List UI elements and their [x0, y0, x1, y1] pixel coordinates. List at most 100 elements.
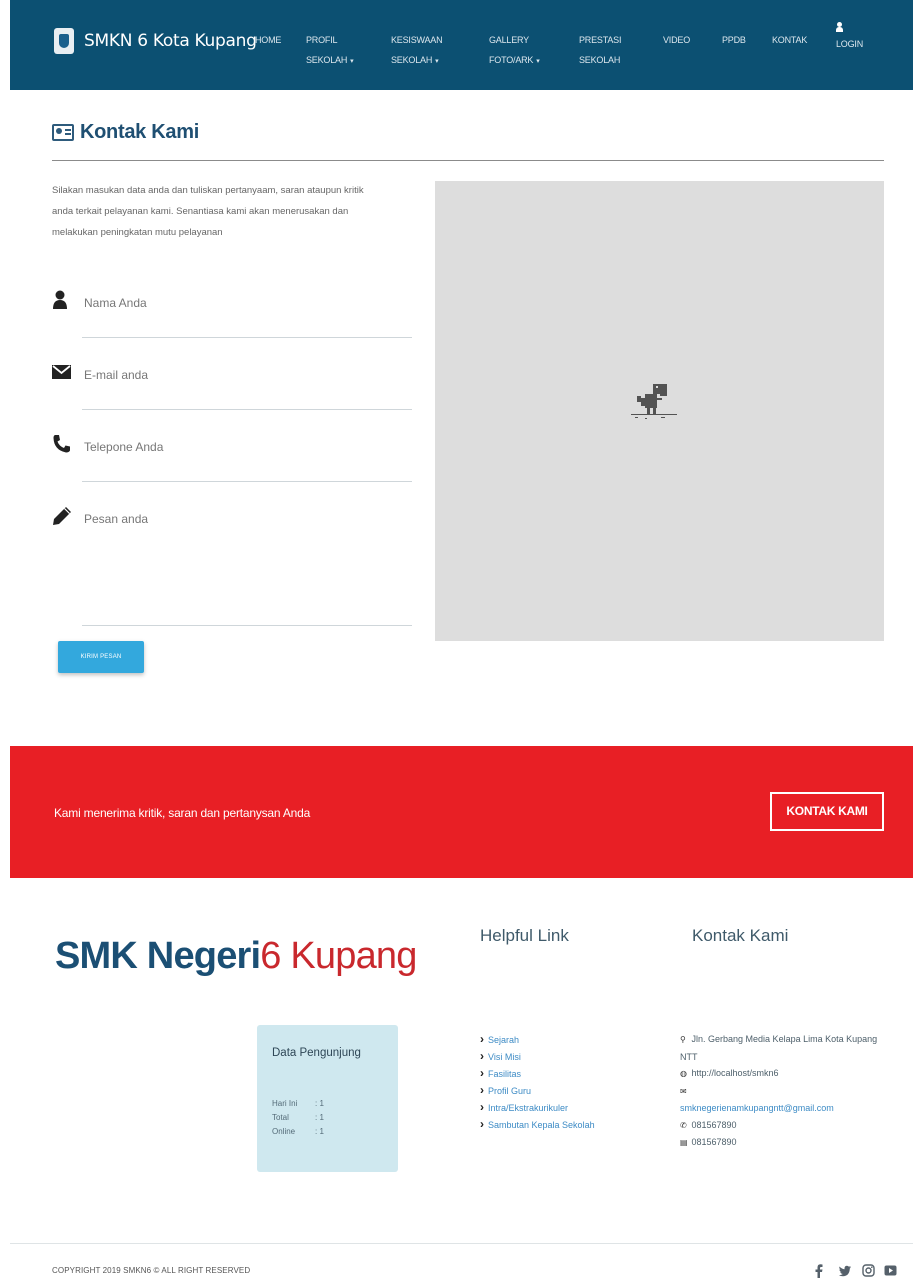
brand-home-link[interactable]: SMKN 6 Kota Kupang [54, 28, 257, 54]
footer-contact-title: Kontak Kami [692, 926, 789, 945]
email-field[interactable]: E-mail anda [52, 362, 412, 410]
nav-kesiswaan-label-1: KESISWAAN [391, 35, 443, 45]
heading-divider [52, 160, 884, 161]
globe-icon: ◍ [680, 1069, 687, 1078]
feedback-banner-text: Kami menerima kritik, saran dan pertanys… [54, 806, 311, 820]
fax-icon: ▤ [680, 1138, 688, 1147]
brand-title: SMKN 6 Kota Kupang [84, 31, 257, 51]
visitor-value: : 1 [315, 1099, 324, 1108]
visitor-row-today: Hari Ini : 1 [272, 1099, 324, 1108]
link-fasilitas[interactable]: Fasilitas [480, 1065, 595, 1082]
send-message-button[interactable]: KIRIM PESAN [58, 641, 144, 673]
nav-home-label: HOME [255, 35, 282, 45]
nav-video-label: VIDEO [663, 35, 691, 45]
phone-icon: ✆ [680, 1120, 687, 1130]
nav-home[interactable]: HOME [255, 30, 281, 50]
nav-kontak[interactable]: KONTAK [772, 30, 807, 50]
envelope-icon [52, 365, 71, 379]
name-input-placeholder: Nama Anda [84, 296, 147, 310]
instagram-icon[interactable] [862, 1264, 875, 1277]
nav-gallery-label-1: GALLERY [489, 35, 529, 45]
website-line: ◍ http://localhost/smkn6 [680, 1065, 890, 1083]
youtube-icon[interactable] [884, 1264, 897, 1277]
footer-brand-strong: SMK Negeri [55, 935, 261, 977]
nav-gallery[interactable]: GALLERY FOTO/ARK ▾ [489, 30, 540, 72]
email-link[interactable]: smknegerienamkupangntt@gmail.com [680, 1103, 834, 1113]
address-line: ⚲ Jln. Gerbang Media Kelapa Lima Kota Ku… [680, 1031, 890, 1065]
nav-login-label: LOGIN [836, 39, 864, 49]
footer-brand-light: 6 Kupang [260, 935, 417, 977]
map-marker-icon: ⚲ [680, 1035, 686, 1044]
visitor-value: : 1 [315, 1127, 324, 1136]
message-field[interactable]: Pesan anda [52, 506, 412, 626]
top-navbar: SMKN 6 Kota Kupang HOME PROFIL SEKOLAH ▾ … [10, 0, 913, 90]
footer-brand: SMK Negeri6 Kupang [55, 935, 417, 978]
footer-contact-info: ⚲ Jln. Gerbang Media Kelapa Lima Kota Ku… [680, 1031, 890, 1152]
contact-intro-text: Silakan masukan data anda dan tuliskan p… [52, 185, 364, 238]
visitor-row-online: Online : 1 [272, 1127, 324, 1136]
email-input-underline [82, 409, 412, 410]
fax-line: ▤ 081567890 [680, 1134, 890, 1152]
nav-prestasi-label-2: SEKOLAH [579, 55, 621, 65]
visitor-stats-title: Data Pengunjung [272, 1047, 361, 1059]
nav-profil-sekolah[interactable]: PROFIL SEKOLAH ▾ [306, 30, 354, 72]
twitter-icon[interactable] [838, 1264, 852, 1278]
nav-profil-label-1: PROFIL [306, 35, 338, 45]
contact-card-icon [52, 124, 74, 141]
phone-input-placeholder: Telepone Anda [84, 440, 164, 454]
visitor-label: Hari Ini [272, 1099, 298, 1108]
feedback-banner: Kami menerima kritik, saran dan pertanys… [10, 746, 913, 878]
facebook-icon[interactable] [814, 1264, 824, 1278]
nav-profil-label-2: SEKOLAH [306, 55, 348, 65]
chevron-down-icon: ▾ [435, 58, 439, 65]
dinosaur-icon [631, 384, 677, 419]
nav-video[interactable]: VIDEO [663, 30, 690, 50]
link-visi-misi[interactable]: Visi Misi [480, 1048, 595, 1065]
nav-kontak-label: KONTAK [772, 35, 808, 45]
name-field[interactable]: Nama Anda [52, 290, 412, 338]
message-input-underline [82, 625, 412, 626]
fax-text: 081567890 [691, 1137, 737, 1147]
name-input-underline [82, 337, 412, 338]
nav-ppdb-label: PPDB [722, 35, 746, 45]
email-line: ✉ smknegerienamkupangntt@gmail.com [680, 1083, 890, 1117]
link-sejarah[interactable]: Sejarah [480, 1031, 595, 1048]
phone-field[interactable]: Telepone Anda [52, 434, 412, 482]
helpful-links-title: Helpful Link [480, 926, 569, 945]
chevron-down-icon: ▾ [536, 58, 540, 65]
user-icon [836, 22, 843, 32]
link-profil-guru[interactable]: Profil Guru [480, 1082, 595, 1099]
chevron-down-icon: ▾ [350, 58, 354, 65]
nav-prestasi-sekolah[interactable]: PRESTASI SEKOLAH [579, 30, 621, 70]
link-sambutan-kepala-sekolah[interactable]: Sambutan Kepala Sekolah [480, 1116, 595, 1133]
user-icon [53, 290, 67, 309]
map-placeholder [435, 181, 884, 641]
nav-prestasi-label-1: PRESTASI [579, 35, 622, 45]
nav-login[interactable]: LOGIN [836, 22, 863, 54]
phone-line: ✆ 081567890 [680, 1117, 890, 1135]
nav-kesiswaan-label-2: SEKOLAH [391, 55, 433, 65]
phone-icon [53, 435, 70, 453]
nav-kesiswaan-sekolah[interactable]: KESISWAAN SEKOLAH ▾ [391, 30, 443, 72]
contact-us-button[interactable]: KONTAK KAMI [770, 792, 884, 831]
school-logo [54, 28, 74, 54]
link-intra-ekstrakurikuler[interactable]: Intra/Ekstrakurikuler [480, 1099, 595, 1116]
visitor-label: Online [272, 1127, 296, 1136]
pencil-icon [53, 507, 71, 525]
nav-ppdb[interactable]: PPDB [722, 30, 746, 50]
envelope-icon: ✉ [680, 1086, 687, 1096]
nav-gallery-label-2: FOTO/ARK [489, 55, 534, 65]
footer-divider [10, 1243, 913, 1244]
visitor-value: : 1 [315, 1113, 324, 1122]
page-title: Kontak Kami [80, 121, 199, 143]
address-text: Jln. Gerbang Media Kelapa Lima Kota Kupa… [680, 1034, 878, 1062]
phone-input-underline [82, 481, 412, 482]
message-input-placeholder: Pesan anda [84, 512, 149, 526]
helpful-links-list: Sejarah Visi Misi Fasilitas Profil Guru … [480, 1031, 595, 1133]
copyright-text: COPYRIGHT 2019 SMKN6 © ALL RIGHT RESERVE… [52, 1266, 251, 1275]
visitor-stats-box: Data Pengunjung Hari Ini : 1 Total: 1 Onl… [257, 1025, 398, 1172]
website-link[interactable]: http://localhost/smkn6 [692, 1068, 779, 1078]
phone-text: 081567890 [691, 1119, 737, 1130]
email-input-placeholder: E-mail anda [84, 368, 149, 382]
visitor-row-total: Total: 1 [272, 1113, 324, 1122]
